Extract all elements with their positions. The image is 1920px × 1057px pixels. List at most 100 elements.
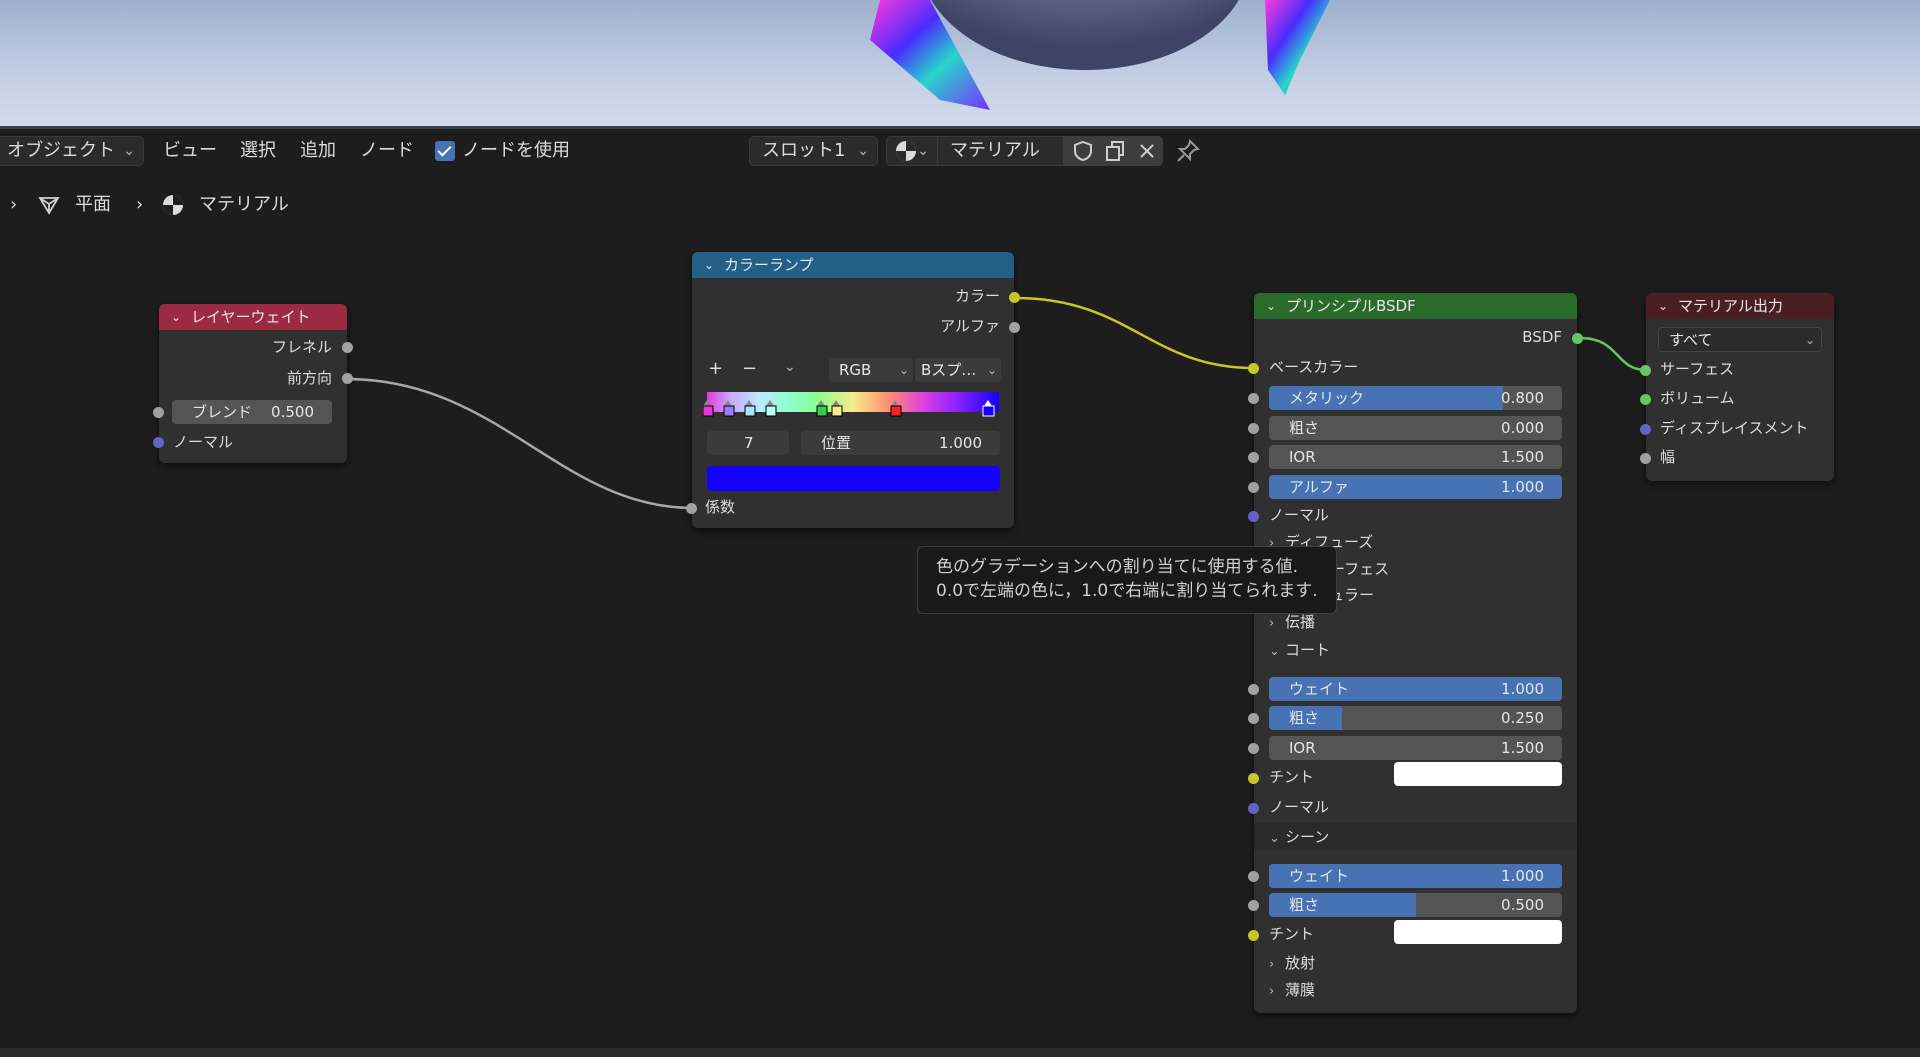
ior-field[interactable]: IOR 1.500 <box>1269 445 1562 469</box>
close-icon[interactable] <box>1135 139 1159 163</box>
node-material-output[interactable]: ⌄ マテリアル出力 すべて ⌄ サーフェス ボリューム ディスプレイスメント 幅 <box>1640 293 1834 481</box>
panel-transmission[interactable]: › 伝播 <box>1269 612 1315 634</box>
material-name-field[interactable]: マテリアル <box>937 136 1065 166</box>
node-header[interactable]: ⌄ プリンシプルBSDF <box>1254 293 1577 319</box>
sheen-roughness-field[interactable]: 粗さ 0.500 <box>1269 893 1562 917</box>
breadcrumb-object[interactable]: 平面 <box>75 192 111 218</box>
slot-dropdown[interactable]: スロット1 ⌄ <box>749 136 878 166</box>
stop-marker <box>831 400 843 417</box>
coat-weight-value: 1.000 <box>1501 680 1544 698</box>
chevron-down-icon[interactable]: ⌄ <box>784 357 796 377</box>
panel-coat[interactable]: ⌄ コート <box>1269 640 1330 662</box>
socket-fresnel[interactable] <box>342 342 353 353</box>
coat-tint-swatch[interactable] <box>1394 762 1562 786</box>
socket-facing[interactable] <box>342 373 353 384</box>
node-color-ramp[interactable]: ⌄ カラーランプ カラー アルファ + − ⌄ RGB ⌄ Bスプ… ⌄ 7 位… <box>686 252 1020 528</box>
menu-select[interactable]: 選択 <box>240 137 276 165</box>
socket-blend[interactable] <box>153 407 164 418</box>
socket-displacement[interactable] <box>1640 424 1651 435</box>
position-field[interactable]: 位置 1.000 <box>801 431 1000 455</box>
remove-stop-button[interactable]: − <box>742 359 757 379</box>
breadcrumb-material[interactable]: マテリアル <box>199 192 289 218</box>
mode-dropdown[interactable]: オブジェクト ⌄ <box>0 136 144 166</box>
menu-view[interactable]: ビュー <box>163 137 217 165</box>
panel-thin-film[interactable]: › 薄膜 <box>1269 980 1315 1002</box>
socket-fac[interactable] <box>686 503 697 514</box>
socket-normal[interactable] <box>1248 511 1259 522</box>
socket-sheen-weight[interactable] <box>1248 871 1259 882</box>
panel-sheen[interactable]: ⌄ シーン <box>1269 827 1329 849</box>
material-sphere-icon <box>163 195 183 215</box>
panel-label: 伝播 <box>1285 613 1316 631</box>
viewport-render <box>870 0 1330 110</box>
coat-weight-field[interactable]: ウェイト 1.000 <box>1269 677 1562 701</box>
fake-user-shield-icon[interactable] <box>1071 139 1095 163</box>
blend-field[interactable]: ブレンド 0.500 <box>172 400 332 424</box>
stop-marker-active <box>982 400 995 417</box>
stop-marker <box>744 400 756 417</box>
sheen-weight-value: 1.000 <box>1501 867 1544 885</box>
socket-color[interactable] <box>1009 292 1020 303</box>
socket-thickness[interactable] <box>1640 453 1651 464</box>
alpha-field[interactable]: アルファ 1.000 <box>1269 475 1562 499</box>
panel-emission[interactable]: › 放射 <box>1269 953 1315 975</box>
node-principled-bsdf[interactable]: ⌄ プリンシプルBSDF BSDF ベースカラー メタリック 0.800 粗さ … <box>1248 293 1583 1013</box>
chevron-down-icon: ⌄ <box>1658 299 1669 313</box>
socket-coat-ior[interactable] <box>1248 743 1259 754</box>
output-bsdf: BSDF <box>1522 328 1562 346</box>
material-sphere-icon <box>896 141 916 161</box>
socket-ior[interactable] <box>1248 452 1259 463</box>
use-nodes-checkbox[interactable] <box>435 141 455 161</box>
coat-ior-label: IOR <box>1289 739 1316 757</box>
sheen-tint-swatch[interactable] <box>1394 920 1562 944</box>
socket-bsdf[interactable] <box>1572 333 1583 344</box>
node-header[interactable]: ⌄ レイヤーウェイト <box>159 304 347 330</box>
interpolation-dropdown[interactable]: Bスプ… ⌄ <box>915 358 1001 382</box>
socket-coat-tint[interactable] <box>1248 773 1259 784</box>
socket-alpha[interactable] <box>1248 482 1259 493</box>
socket-roughness[interactable] <box>1248 423 1259 434</box>
socket-base-color[interactable] <box>1248 363 1259 374</box>
material-actions <box>1063 136 1163 166</box>
coat-roughness-value: 0.250 <box>1501 709 1544 727</box>
coat-ior-field[interactable]: IOR 1.500 <box>1269 736 1562 760</box>
node-layer-weight[interactable]: ⌄ レイヤーウェイト フレネル 前方向 ブレンド 0.500 ノーマル <box>153 304 353 463</box>
slot-label: スロット1 <box>762 140 846 161</box>
roughness-field[interactable]: 粗さ 0.000 <box>1269 416 1562 440</box>
node-header[interactable]: ⌄ マテリアル出力 <box>1646 293 1834 319</box>
socket-surface[interactable] <box>1640 365 1651 376</box>
socket-sheen-tint[interactable] <box>1248 930 1259 941</box>
target-dropdown[interactable]: すべて ⌄ <box>1658 327 1822 352</box>
link-color-to-basecolor <box>1014 296 1255 370</box>
active-stop-index[interactable]: 7 <box>707 431 789 455</box>
stop-color-swatch[interactable] <box>707 466 1000 491</box>
duplicate-icon[interactable] <box>1103 139 1127 163</box>
metallic-field[interactable]: メタリック 0.800 <box>1269 386 1562 410</box>
position-label: 位置 <box>821 434 852 452</box>
socket-coat-roughness[interactable] <box>1248 713 1259 724</box>
node-title: マテリアル出力 <box>1678 297 1783 315</box>
chevron-down-icon: ⌄ <box>1269 831 1280 846</box>
socket-alpha[interactable] <box>1009 322 1020 333</box>
link-bsdf-to-surface <box>1579 336 1647 372</box>
socket-volume[interactable] <box>1640 394 1651 405</box>
node-header[interactable]: ⌄ カラーランプ <box>692 252 1014 278</box>
menu-add[interactable]: 追加 <box>300 137 336 165</box>
socket-metallic[interactable] <box>1248 393 1259 404</box>
sheen-weight-field[interactable]: ウェイト 1.000 <box>1269 864 1562 888</box>
socket-normal[interactable] <box>153 437 164 448</box>
pin-icon[interactable] <box>1175 138 1201 164</box>
coat-roughness-field[interactable]: 粗さ 0.250 <box>1269 706 1562 730</box>
input-surface: サーフェス <box>1660 360 1735 378</box>
color-stop-markers[interactable] <box>703 400 1003 422</box>
menu-node[interactable]: ノード <box>360 137 414 165</box>
chevron-down-icon: ⌄ <box>986 363 997 377</box>
add-stop-button[interactable]: + <box>708 359 723 379</box>
breadcrumb-chevron-icon: › <box>136 194 144 215</box>
3d-viewport[interactable] <box>0 0 1920 126</box>
material-browse-button[interactable]: ⌄ <box>886 136 938 166</box>
socket-coat-weight[interactable] <box>1248 684 1259 695</box>
socket-sheen-roughness[interactable] <box>1248 900 1259 911</box>
socket-coat-normal[interactable] <box>1248 803 1259 814</box>
color-mode-dropdown[interactable]: RGB ⌄ <box>829 358 913 382</box>
